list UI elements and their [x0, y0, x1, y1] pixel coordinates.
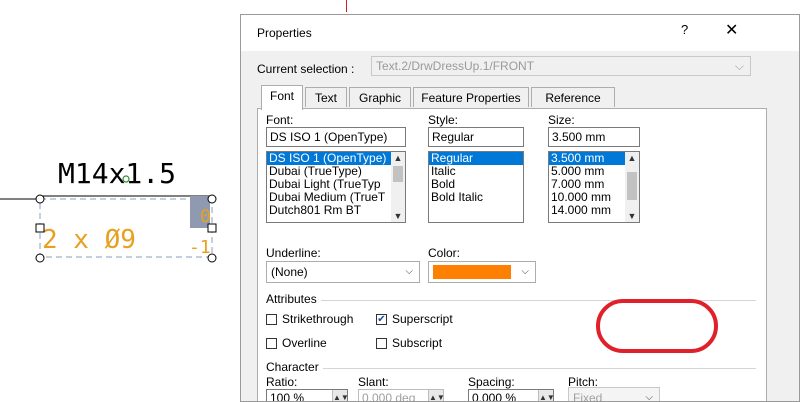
tolerance-lower: -1	[189, 237, 211, 258]
annotation-text[interactable]: 2 x Ø9	[42, 225, 136, 255]
font-list-scrollbar[interactable]: ▲ ▼	[391, 152, 405, 222]
spin-arrows-icon[interactable]: ▲▼	[332, 390, 349, 401]
style-input[interactable]: Regular	[428, 127, 524, 147]
underline-value: (None)	[271, 265, 308, 279]
ratio-label: Ratio:	[266, 375, 298, 389]
superscript-checkbox[interactable]: ✔ Superscript	[376, 312, 453, 326]
drawing-canvas: M14x1.5 2 x Ø9 0 -1	[0, 157, 217, 263]
spin-arrows-icon[interactable]: ▲▼	[428, 390, 445, 401]
character-group-title: Character	[266, 360, 323, 374]
chevron-down-icon: ⌵	[405, 266, 413, 277]
font-option[interactable]: Dutch801 Rm BT	[267, 204, 405, 217]
overline-label: Overline	[282, 336, 327, 350]
tab-font[interactable]: Font	[261, 85, 303, 110]
handle-top-left[interactable]	[35, 194, 45, 204]
size-label: Size:	[548, 113, 575, 127]
checkbox-box[interactable]	[266, 337, 277, 349]
subscript-checkbox[interactable]: Subscript	[376, 336, 442, 350]
style-list[interactable]: Regular Italic Bold Bold Italic	[428, 151, 524, 223]
style-label: Style:	[428, 113, 459, 127]
ratio-spinner[interactable]: 100 % ▲▼	[266, 389, 349, 402]
pitch-combo[interactable]: Fixed ⌵	[568, 387, 660, 402]
anchor-point[interactable]	[122, 175, 130, 183]
current-selection-value: Text.2/DrwDressUp.1/FRONT	[376, 59, 535, 73]
strikethrough-label: Strikethrough	[282, 312, 354, 326]
underline-label: Underline:	[266, 246, 321, 260]
spacing-value: 0.000 %	[472, 391, 517, 402]
scroll-down-icon[interactable]: ▼	[625, 210, 639, 222]
spin-arrows-icon[interactable]: ▲▼	[538, 390, 555, 401]
dimension-label: M14x1.5	[58, 157, 176, 190]
close-icon[interactable]: ✕	[725, 20, 738, 40]
slant-spinner[interactable]: 0.000 deg ▲▼	[358, 389, 445, 402]
font-label: Font:	[266, 113, 294, 127]
handle-bottom-right[interactable]	[207, 253, 217, 263]
slant-label: Slant:	[358, 375, 389, 389]
size-list-scrollbar[interactable]: ▲ ▼	[625, 152, 639, 222]
dialog-titlebar[interactable]: Properties ? ✕	[241, 15, 799, 51]
scroll-thumb[interactable]	[393, 166, 403, 182]
color-label: Color:	[428, 246, 461, 260]
spacing-spinner[interactable]: 0.000 % ▲▼	[468, 389, 555, 402]
handle-mid-left[interactable]	[35, 223, 45, 233]
tab-reference[interactable]: Reference	[531, 87, 615, 107]
current-selection-combo[interactable]: Text.2/DrwDressUp.1/FRONT ⌵	[371, 56, 751, 76]
tab-graphic[interactable]: Graphic	[349, 87, 411, 107]
chevron-down-icon: ⌵	[645, 392, 653, 402]
font-tab-panel: Font: DS ISO 1 (OpenType) DS ISO 1 (Open…	[257, 108, 767, 402]
slant-value: 0.000 deg	[362, 391, 416, 402]
scroll-thumb[interactable]	[627, 172, 637, 200]
scroll-up-icon[interactable]: ▲	[625, 152, 639, 164]
scroll-up-icon[interactable]: ▲	[391, 152, 405, 164]
chevron-down-icon: ⌵	[521, 266, 529, 277]
spacing-label: Spacing:	[468, 375, 515, 389]
character-group-line	[266, 368, 756, 369]
scroll-down-icon[interactable]: ▼	[391, 210, 405, 222]
checkmark-icon[interactable]: ✔	[376, 313, 387, 325]
subscript-label: Subscript	[392, 336, 443, 350]
checkbox-box[interactable]	[376, 337, 387, 349]
red-indicator-line	[346, 0, 347, 12]
handle-bottom-left[interactable]	[35, 253, 45, 263]
chevron-down-icon: ⌵	[734, 59, 744, 73]
color-swatch	[433, 265, 511, 279]
pitch-value: Fixed	[573, 391, 603, 402]
underline-combo[interactable]: (None) ⌵	[266, 261, 420, 283]
font-list[interactable]: DS ISO 1 (OpenType) Dubai (TrueType) Dub…	[266, 151, 406, 223]
attributes-group-line	[266, 300, 756, 301]
handle-mid-right[interactable]	[207, 223, 217, 233]
style-option[interactable]: Bold Italic	[429, 191, 523, 204]
strikethrough-checkbox[interactable]: Strikethrough	[266, 312, 353, 326]
handle-top-right[interactable]	[207, 194, 217, 204]
font-input[interactable]: DS ISO 1 (OpenType)	[266, 127, 406, 147]
help-icon[interactable]: ?	[681, 22, 688, 37]
size-input[interactable]: 3.500 mm	[548, 127, 640, 147]
overline-checkbox[interactable]: Overline	[266, 336, 327, 350]
ratio-value: 100 %	[270, 391, 305, 402]
tab-text[interactable]: Text	[305, 87, 347, 107]
current-selection-label: Current selection :	[257, 62, 355, 76]
tab-feature-properties[interactable]: Feature Properties	[413, 87, 529, 107]
size-list[interactable]: 3.500 mm 5.000 mm 7.000 mm 10.000 mm 14.…	[548, 151, 640, 223]
properties-dialog: Properties ? ✕ Current selection : Text.…	[240, 14, 800, 402]
checkbox-box[interactable]	[266, 313, 277, 325]
attributes-group-title: Attributes	[266, 292, 321, 306]
color-combo[interactable]: ⌵	[428, 261, 536, 283]
superscript-label: Superscript	[392, 312, 453, 326]
dialog-title: Properties	[257, 26, 312, 40]
